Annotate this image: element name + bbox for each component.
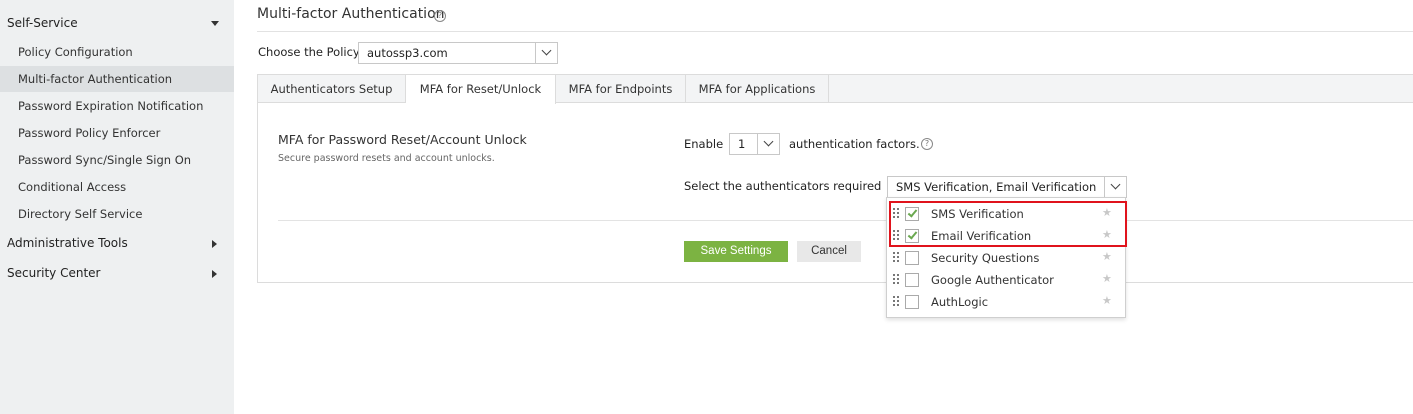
- authenticators-label: Select the authenticators required: [684, 179, 882, 193]
- authenticators-select-toggle[interactable]: [1104, 177, 1126, 197]
- chevron-down-icon: [1110, 179, 1121, 190]
- section-title: MFA for Password Reset/Account Unlock: [278, 132, 527, 147]
- drag-handle-icon[interactable]: [893, 274, 899, 286]
- sidebar-item-label: Multi-factor Authentication: [18, 72, 173, 86]
- tab-label: Authenticators Setup: [270, 82, 393, 96]
- sidebar-item-policy-configuration[interactable]: Policy Configuration: [0, 39, 234, 65]
- factor-count-select[interactable]: 1: [729, 133, 780, 155]
- star-icon[interactable]: ★: [1102, 250, 1112, 263]
- sidebar-item-label: Password Expiration Notification: [18, 99, 204, 113]
- checkbox[interactable]: [905, 251, 919, 265]
- page-title: Multi-factor Authentication: [257, 6, 445, 22]
- sidebar-section-administrative-tools[interactable]: Administrative Tools: [7, 236, 128, 250]
- authenticator-option-authlogic[interactable]: AuthLogic ★: [887, 291, 1125, 313]
- caret-right-icon[interactable]: [212, 270, 217, 278]
- authenticators-select[interactable]: SMS Verification, Email Verification: [887, 176, 1127, 198]
- section-subtitle: Secure password resets and account unloc…: [278, 153, 495, 164]
- star-icon[interactable]: ★: [1102, 294, 1112, 307]
- sidebar: Self-Service Policy Configuration Multi-…: [0, 0, 234, 414]
- policy-select-toggle[interactable]: [535, 43, 557, 63]
- sidebar-item-label: Directory Self Service: [18, 207, 143, 221]
- sidebar-item-password-expiration-notification[interactable]: Password Expiration Notification: [0, 93, 234, 119]
- sidebar-section-label: Administrative Tools: [7, 236, 128, 250]
- drag-handle-icon[interactable]: [893, 252, 899, 264]
- sidebar-item-conditional-access[interactable]: Conditional Access: [0, 174, 234, 200]
- option-label: Google Authenticator: [931, 273, 1054, 287]
- sidebar-item-label: Password Policy Enforcer: [18, 126, 161, 140]
- help-icon[interactable]: ?: [434, 10, 446, 22]
- authenticator-option-security-questions[interactable]: Security Questions ★: [887, 247, 1125, 269]
- tab-mfa-applications[interactable]: MFA for Applications: [686, 75, 829, 103]
- tab-label: MFA for Reset/Unlock: [419, 82, 542, 96]
- section-divider: [278, 220, 1413, 221]
- caret-down-icon[interactable]: [211, 21, 219, 26]
- help-icon[interactable]: ?: [921, 138, 933, 150]
- sidebar-item-label: Policy Configuration: [18, 45, 133, 59]
- sidebar-item-directory-self-service[interactable]: Directory Self Service: [0, 201, 234, 227]
- checkbox[interactable]: [905, 295, 919, 309]
- mfa-panel: Authenticators Setup MFA for Reset/Unloc…: [257, 74, 1413, 283]
- sidebar-item-password-policy-enforcer[interactable]: Password Policy Enforcer: [0, 120, 234, 146]
- tab-authenticators-setup[interactable]: Authenticators Setup: [258, 75, 406, 103]
- factor-count-value: 1: [738, 137, 746, 151]
- tab-label: MFA for Endpoints: [568, 82, 673, 96]
- chevron-down-icon: [763, 136, 774, 147]
- sidebar-section-label: Self-Service: [7, 16, 78, 30]
- tab-mfa-reset-unlock[interactable]: MFA for Reset/Unlock: [406, 75, 556, 104]
- option-label: AuthLogic: [931, 295, 989, 309]
- drag-handle-icon[interactable]: [893, 296, 899, 308]
- caret-right-icon[interactable]: [212, 240, 217, 248]
- policy-label: Choose the Policy: [258, 45, 360, 59]
- sidebar-item-multi-factor-authentication[interactable]: Multi-factor Authentication: [0, 66, 234, 92]
- sidebar-item-label: Password Sync/Single Sign On: [18, 153, 192, 167]
- factor-count-toggle[interactable]: [757, 134, 779, 154]
- sidebar-section-security-center[interactable]: Security Center: [7, 266, 100, 280]
- enable-label: Enable: [684, 137, 724, 151]
- sidebar-section-self-service[interactable]: Self-Service: [7, 16, 78, 30]
- cancel-button[interactable]: Cancel: [797, 241, 861, 262]
- tab-label: MFA for Applications: [698, 82, 816, 96]
- star-icon[interactable]: ★: [1102, 272, 1112, 285]
- sidebar-item-label: Conditional Access: [18, 180, 127, 194]
- option-label: Security Questions: [931, 251, 1040, 265]
- title-divider: [257, 31, 1413, 32]
- policy-select[interactable]: autossp3.com: [358, 42, 558, 64]
- policy-select-value: autossp3.com: [367, 46, 448, 60]
- save-settings-button[interactable]: Save Settings: [684, 241, 788, 262]
- sidebar-section-label: Security Center: [7, 266, 101, 280]
- sidebar-item-password-sync-sso[interactable]: Password Sync/Single Sign On: [0, 147, 234, 173]
- factors-suffix-label: authentication factors.: [789, 137, 920, 151]
- chevron-down-icon: [541, 45, 552, 56]
- checkbox[interactable]: [905, 273, 919, 287]
- tab-mfa-endpoints[interactable]: MFA for Endpoints: [556, 75, 686, 103]
- authenticators-select-value: SMS Verification, Email Verification: [896, 180, 1097, 194]
- tab-bar: Authenticators Setup MFA for Reset/Unloc…: [258, 75, 1413, 104]
- highlight-box: [889, 201, 1127, 247]
- authenticator-option-google-authenticator[interactable]: Google Authenticator ★: [887, 269, 1125, 291]
